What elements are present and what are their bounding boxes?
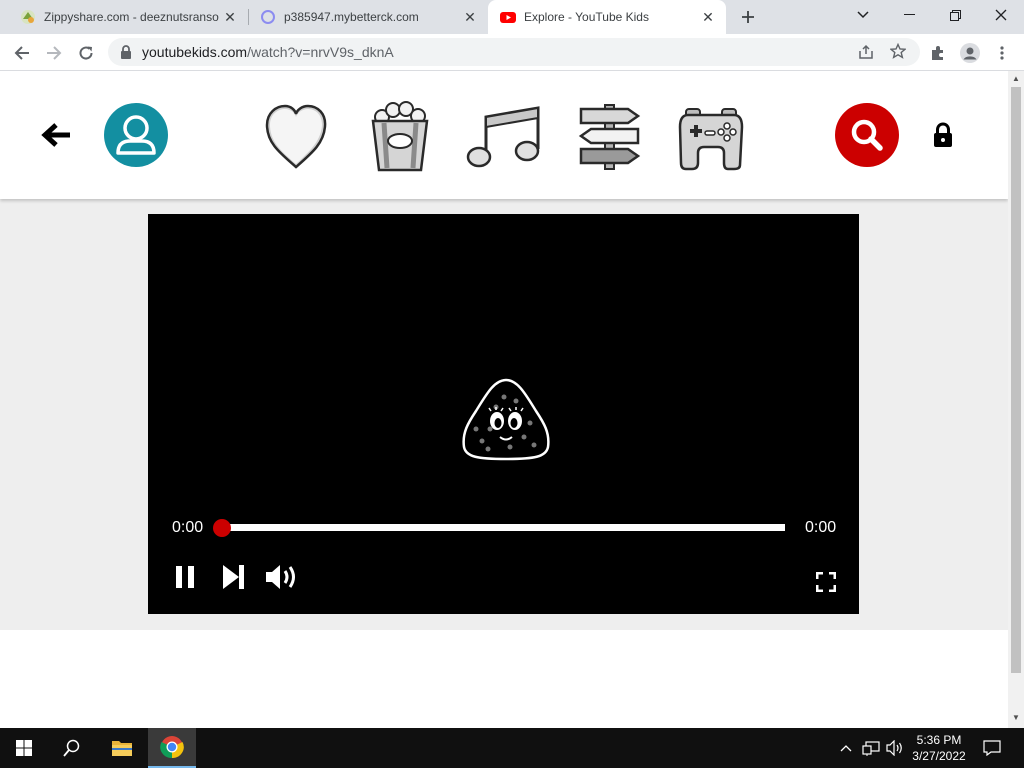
fullscreen-icon bbox=[816, 572, 836, 592]
fullscreen-button[interactable] bbox=[814, 570, 838, 594]
close-icon bbox=[995, 9, 1007, 21]
url-host: youtubekids.com bbox=[142, 44, 248, 60]
reload-icon bbox=[79, 46, 93, 60]
clock-date: 3/27/2022 bbox=[912, 749, 966, 763]
puzzle-icon bbox=[932, 46, 943, 60]
heart-icon[interactable] bbox=[262, 103, 330, 171]
search-icon bbox=[63, 739, 80, 757]
folder-icon bbox=[112, 741, 132, 756]
new-tab-button[interactable] bbox=[737, 6, 759, 28]
tab-title: Explore - YouTube Kids bbox=[524, 10, 649, 24]
volume-button[interactable] bbox=[262, 563, 300, 591]
chevron-up-icon bbox=[840, 745, 852, 752]
plus-icon bbox=[742, 11, 754, 23]
arrow-left-icon bbox=[14, 46, 29, 60]
loading-globe-favicon bbox=[261, 10, 275, 24]
gamepad-icon[interactable] bbox=[678, 107, 744, 171]
tab-youtube-kids[interactable]: Explore - YouTube Kids ✕ bbox=[488, 0, 726, 34]
close-tab-icon[interactable]: ✕ bbox=[220, 7, 240, 27]
notification-icon bbox=[983, 740, 1001, 756]
reload-button[interactable] bbox=[72, 39, 100, 67]
windows-taskbar: 5:36 PM 3/27/2022 bbox=[0, 728, 1024, 768]
windows-logo-icon bbox=[16, 740, 32, 756]
duration: 0:00 bbox=[805, 519, 837, 536]
restore-button[interactable] bbox=[932, 0, 978, 30]
volume-icon bbox=[266, 565, 295, 589]
chevron-down-icon bbox=[857, 11, 869, 19]
back-arrow-icon[interactable] bbox=[40, 121, 72, 149]
pause-button[interactable] bbox=[173, 563, 197, 591]
show-hidden-icons-button[interactable] bbox=[838, 728, 854, 768]
notifications-button[interactable] bbox=[976, 728, 1008, 768]
progress-bar[interactable] bbox=[222, 524, 785, 531]
forward-button[interactable] bbox=[40, 39, 68, 67]
kebab-menu-icon bbox=[1000, 46, 1004, 60]
url-text: youtubekids.com/watch?v=nrvV9s_dknA bbox=[142, 44, 394, 60]
current-time: 0:00 bbox=[172, 519, 204, 536]
address-bar[interactable]: youtubekids.com/watch?v=nrvV9s_dknA bbox=[108, 38, 920, 66]
profile-button[interactable] bbox=[956, 39, 984, 67]
page-scrollbar[interactable]: ▲ ▼ bbox=[1008, 71, 1024, 728]
search-icon[interactable] bbox=[835, 103, 899, 167]
start-button[interactable] bbox=[0, 728, 48, 768]
share-icon[interactable] bbox=[858, 44, 874, 60]
network-icon bbox=[862, 741, 880, 756]
music-note-icon[interactable] bbox=[466, 105, 542, 171]
minimize-icon bbox=[903, 14, 915, 15]
arrow-right-icon bbox=[47, 46, 62, 60]
volume-tray-button[interactable] bbox=[884, 728, 906, 768]
scroll-up-icon[interactable]: ▲ bbox=[1012, 74, 1020, 83]
url-path: /watch?v=nrvV9s_dknA bbox=[247, 44, 394, 60]
signpost-icon[interactable] bbox=[578, 103, 642, 171]
pause-icon bbox=[176, 566, 194, 588]
popcorn-icon[interactable] bbox=[368, 101, 432, 173]
profile-avatar-icon[interactable] bbox=[104, 103, 168, 167]
speaker-icon bbox=[886, 740, 902, 756]
browser-tab-strip: Zippyshare.com - deeznutsranso ✕ p385947… bbox=[0, 0, 1024, 34]
loading-character-icon bbox=[462, 378, 550, 461]
tab-mybetterck[interactable]: p385947.mybetterck.com ✕ bbox=[248, 0, 488, 34]
minimize-button[interactable] bbox=[886, 0, 932, 30]
search-taskbar-button[interactable] bbox=[48, 728, 96, 768]
browser-toolbar: youtubekids.com/watch?v=nrvV9s_dknA bbox=[0, 34, 1024, 71]
file-explorer-button[interactable] bbox=[98, 728, 146, 768]
scroll-down-icon[interactable]: ▼ bbox=[1012, 713, 1020, 722]
tab-search-button[interactable] bbox=[840, 0, 886, 30]
restore-icon bbox=[949, 9, 961, 21]
lock-icon bbox=[121, 45, 131, 59]
yk-header bbox=[0, 71, 1008, 199]
close-window-button[interactable] bbox=[978, 0, 1024, 30]
scrollbar-thumb[interactable] bbox=[1011, 87, 1021, 673]
close-tab-icon[interactable]: ✕ bbox=[698, 7, 718, 27]
profile-icon bbox=[960, 43, 980, 63]
taskbar-clock[interactable]: 5:36 PM 3/27/2022 bbox=[906, 732, 972, 764]
tab-title: p385947.mybetterck.com bbox=[284, 10, 419, 24]
tab-zippyshare[interactable]: Zippyshare.com - deeznutsranso ✕ bbox=[8, 0, 248, 34]
bookmark-star-icon[interactable] bbox=[890, 43, 906, 59]
extensions-button[interactable] bbox=[924, 39, 952, 67]
network-button[interactable] bbox=[860, 728, 882, 768]
clock-time: 5:36 PM bbox=[916, 733, 962, 747]
youtube-favicon bbox=[500, 12, 516, 23]
skip-next-icon bbox=[223, 565, 244, 589]
zippyshare-favicon bbox=[21, 10, 35, 24]
back-button[interactable] bbox=[8, 39, 36, 67]
chrome-taskbar-button[interactable] bbox=[148, 728, 196, 768]
next-button[interactable] bbox=[219, 563, 247, 591]
scrubber-handle[interactable] bbox=[213, 519, 231, 537]
tab-title: Zippyshare.com - deeznutsranso bbox=[44, 10, 219, 24]
close-tab-icon[interactable]: ✕ bbox=[460, 7, 480, 27]
parental-lock-icon[interactable] bbox=[932, 122, 954, 148]
menu-button[interactable] bbox=[988, 39, 1016, 67]
chrome-icon bbox=[160, 736, 184, 759]
